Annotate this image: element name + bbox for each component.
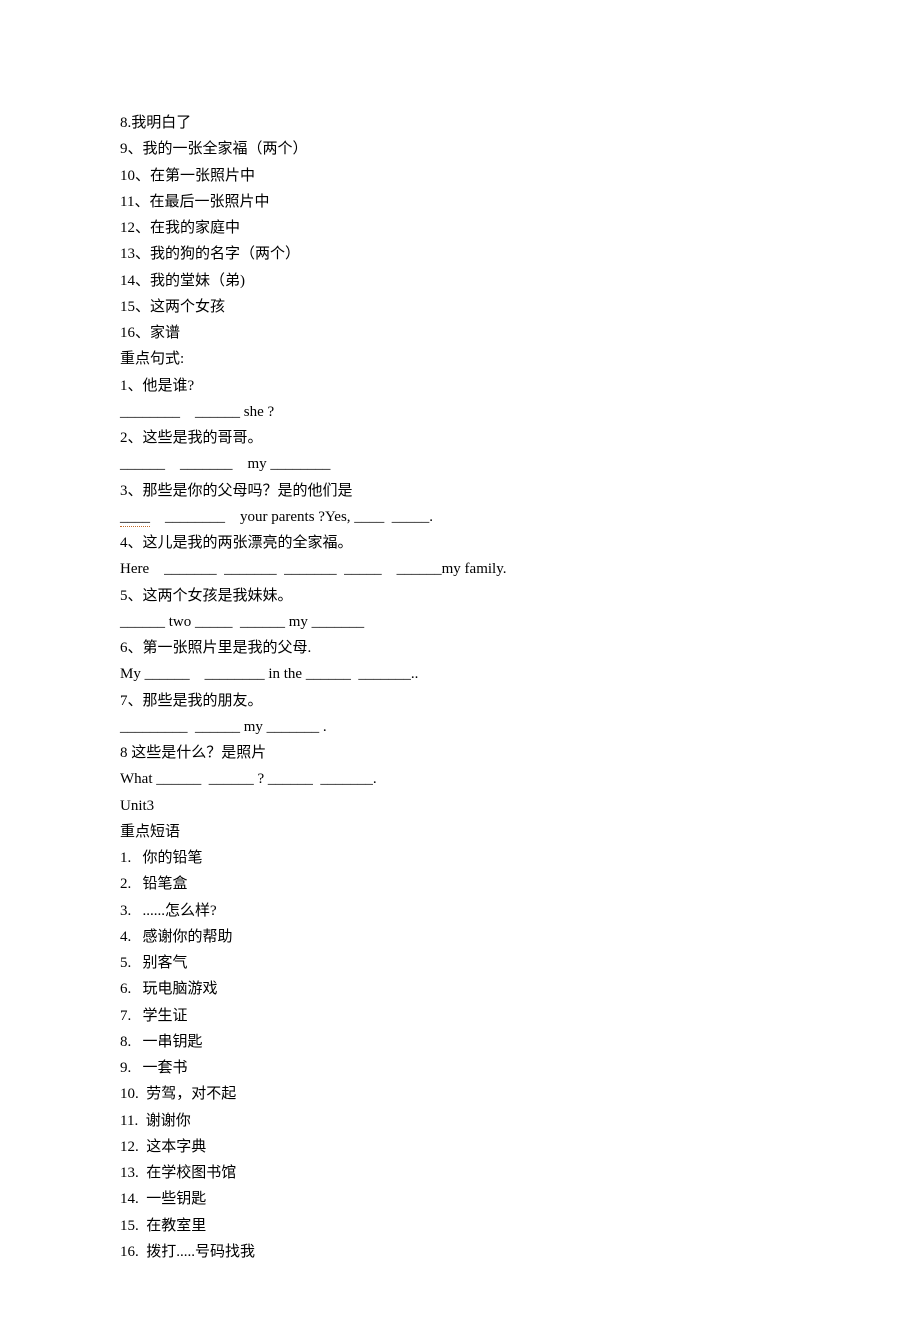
text-line: 4、这儿是我的两张漂亮的全家福。 [120, 530, 800, 556]
text-line: 2. 铅笔盒 [120, 871, 800, 897]
text-line: 13. 在学校图书馆 [120, 1160, 800, 1186]
text-line: Here _______ _______ _______ _____ _____… [120, 556, 800, 582]
text-line: 9、我的一张全家福（两个） [120, 136, 800, 162]
text-line: 15. 在教室里 [120, 1213, 800, 1239]
text-line: 4. 感谢你的帮助 [120, 924, 800, 950]
dotted-blank: ____ [120, 509, 150, 527]
text-line: 6. 玩电脑游戏 [120, 976, 800, 1002]
text-line: 13、我的狗的名字（两个） [120, 241, 800, 267]
text-line: ____ ________ your parents ?Yes, ____ __… [120, 504, 800, 530]
text-line: 15、这两个女孩 [120, 294, 800, 320]
text-line: 14. 一些钥匙 [120, 1186, 800, 1212]
text-line: 12、在我的家庭中 [120, 215, 800, 241]
text-line: 2、这些是我的哥哥。 [120, 425, 800, 451]
text-line: 重点短语 [120, 819, 800, 845]
text-line: 14、我的堂妹（弟) [120, 268, 800, 294]
document-page: 8.我明白了9、我的一张全家福（两个）10、在第一张照片中11、在最后一张照片中… [0, 0, 920, 1325]
text-line: 10、在第一张照片中 [120, 163, 800, 189]
text-line: 重点句式: [120, 346, 800, 372]
text-line: 9. 一套书 [120, 1055, 800, 1081]
text-line: 5. 别客气 [120, 950, 800, 976]
text-line: 1、他是谁? [120, 373, 800, 399]
text-line: _________ ______ my _______ . [120, 714, 800, 740]
text-line: 7、那些是我的朋友。 [120, 688, 800, 714]
text-line: 7. 学生证 [120, 1003, 800, 1029]
text-line: ________ ______ she ? [120, 399, 800, 425]
text-line: 6、第一张照片里是我的父母. [120, 635, 800, 661]
text-line: What ______ ______ ? ______ _______. [120, 766, 800, 792]
text-line: 11. 谢谢你 [120, 1108, 800, 1134]
text-line: 16、家谱 [120, 320, 800, 346]
text-line: ______ two _____ ______ my _______ [120, 609, 800, 635]
text-line: 8 这些是什么？是照片 [120, 740, 800, 766]
text-line: 16. 拨打.....号码找我 [120, 1239, 800, 1265]
text-line: 8.我明白了 [120, 110, 800, 136]
text-line: 1. 你的铅笔 [120, 845, 800, 871]
text-line: 11、在最后一张照片中 [120, 189, 800, 215]
text-line: ______ _______ my ________ [120, 451, 800, 477]
document-content: 8.我明白了9、我的一张全家福（两个）10、在第一张照片中11、在最后一张照片中… [120, 110, 800, 1265]
text-span: ________ your parents ?Yes, ____ _____. [150, 509, 433, 525]
text-line: My ______ ________ in the ______ _______… [120, 661, 800, 687]
text-line: 5、这两个女孩是我妹妹。 [120, 583, 800, 609]
text-line: Unit3 [120, 793, 800, 819]
text-line: 10. 劳驾，对不起 [120, 1081, 800, 1107]
text-line: 3. ......怎么样? [120, 898, 800, 924]
text-line: 12. 这本字典 [120, 1134, 800, 1160]
text-line: 3、那些是你的父母吗？是的他们是 [120, 478, 800, 504]
text-line: 8. 一串钥匙 [120, 1029, 800, 1055]
